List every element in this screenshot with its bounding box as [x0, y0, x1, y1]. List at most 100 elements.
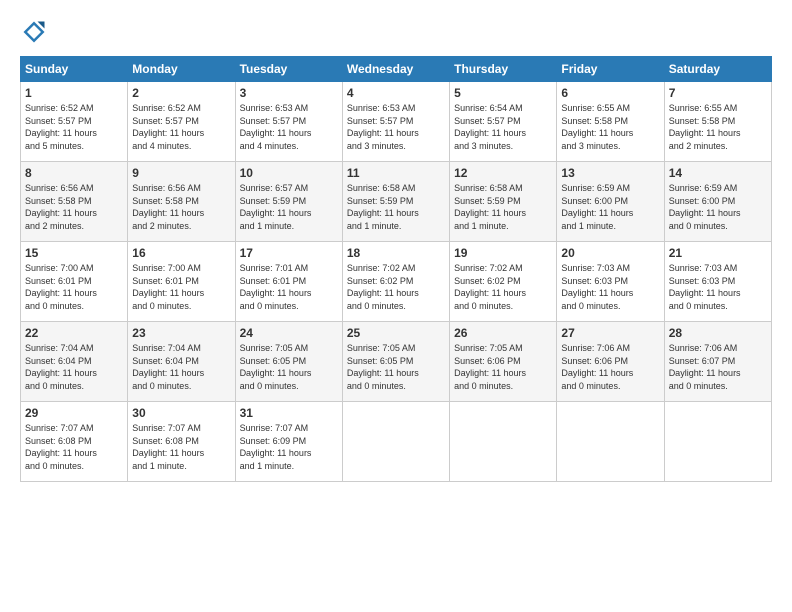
day-info: Sunrise: 6:53 AM Sunset: 5:57 PM Dayligh…	[240, 102, 338, 152]
day-info: Sunrise: 6:57 AM Sunset: 5:59 PM Dayligh…	[240, 182, 338, 232]
col-monday: Monday	[128, 57, 235, 82]
calendar-cell: 20 Sunrise: 7:03 AM Sunset: 6:03 PM Dayli…	[557, 242, 664, 322]
day-number: 24	[240, 326, 338, 340]
day-info: Sunrise: 7:04 AM Sunset: 6:04 PM Dayligh…	[132, 342, 230, 392]
col-sunday: Sunday	[21, 57, 128, 82]
day-info: Sunrise: 6:54 AM Sunset: 5:57 PM Dayligh…	[454, 102, 552, 152]
calendar-row: 1 Sunrise: 6:52 AM Sunset: 5:57 PM Daylig…	[21, 82, 772, 162]
calendar-cell: 4 Sunrise: 6:53 AM Sunset: 5:57 PM Daylig…	[342, 82, 449, 162]
day-number: 30	[132, 406, 230, 420]
calendar-cell: 10 Sunrise: 6:57 AM Sunset: 5:59 PM Dayli…	[235, 162, 342, 242]
day-number: 29	[25, 406, 123, 420]
day-number: 10	[240, 166, 338, 180]
calendar-cell: 26 Sunrise: 7:05 AM Sunset: 6:06 PM Dayli…	[450, 322, 557, 402]
day-number: 5	[454, 86, 552, 100]
calendar-cell: 5 Sunrise: 6:54 AM Sunset: 5:57 PM Daylig…	[450, 82, 557, 162]
day-number: 23	[132, 326, 230, 340]
calendar-cell: 13Sunrise: 6:59 AM Sunset: 6:00 PM Dayli…	[557, 162, 664, 242]
day-info: Sunrise: 7:03 AM Sunset: 6:03 PM Dayligh…	[669, 262, 767, 312]
day-info: Sunrise: 7:02 AM Sunset: 6:02 PM Dayligh…	[454, 262, 552, 312]
calendar-cell: 24 Sunrise: 7:05 AM Sunset: 6:05 PM Dayli…	[235, 322, 342, 402]
day-number: 14	[669, 166, 767, 180]
day-number: 6	[561, 86, 659, 100]
day-number: 12	[454, 166, 552, 180]
calendar-cell: 14Sunrise: 6:59 AM Sunset: 6:00 PM Dayli…	[664, 162, 771, 242]
day-info: Sunrise: 7:00 AM Sunset: 6:01 PM Dayligh…	[132, 262, 230, 312]
day-number: 18	[347, 246, 445, 260]
header-row: Sunday Monday Tuesday Wednesday Thursday…	[21, 57, 772, 82]
col-wednesday: Wednesday	[342, 57, 449, 82]
day-info: Sunrise: 6:56 AM Sunset: 5:58 PM Dayligh…	[25, 182, 123, 232]
calendar-cell: 8 Sunrise: 6:56 AM Sunset: 5:58 PM Daylig…	[21, 162, 128, 242]
calendar-cell	[664, 402, 771, 482]
calendar-cell: 1 Sunrise: 6:52 AM Sunset: 5:57 PM Daylig…	[21, 82, 128, 162]
day-number: 27	[561, 326, 659, 340]
calendar-cell: 19 Sunrise: 7:02 AM Sunset: 6:02 PM Dayli…	[450, 242, 557, 322]
calendar-cell: 11 Sunrise: 6:58 AM Sunset: 5:59 PM Dayli…	[342, 162, 449, 242]
day-info: Sunrise: 6:52 AM Sunset: 5:57 PM Dayligh…	[132, 102, 230, 152]
calendar-cell: 2 Sunrise: 6:52 AM Sunset: 5:57 PM Daylig…	[128, 82, 235, 162]
day-info: Sunrise: 7:06 AM Sunset: 6:06 PM Dayligh…	[561, 342, 659, 392]
day-info: Sunrise: 7:02 AM Sunset: 6:02 PM Dayligh…	[347, 262, 445, 312]
day-info: Sunrise: 6:58 AM Sunset: 5:59 PM Dayligh…	[454, 182, 552, 232]
calendar-cell: 6 Sunrise: 6:55 AM Sunset: 5:58 PM Daylig…	[557, 82, 664, 162]
calendar-cell: 31Sunrise: 7:07 AM Sunset: 6:09 PM Dayli…	[235, 402, 342, 482]
day-number: 7	[669, 86, 767, 100]
calendar-cell: 9Sunrise: 6:56 AM Sunset: 5:58 PM Daylig…	[128, 162, 235, 242]
page: Sunday Monday Tuesday Wednesday Thursday…	[0, 0, 792, 492]
calendar-cell: 12 Sunrise: 6:58 AM Sunset: 5:59 PM Dayli…	[450, 162, 557, 242]
day-info: Sunrise: 7:00 AM Sunset: 6:01 PM Dayligh…	[25, 262, 123, 312]
day-info: Sunrise: 7:06 AM Sunset: 6:07 PM Dayligh…	[669, 342, 767, 392]
calendar-row: 22 Sunrise: 7:04 AM Sunset: 6:04 PM Dayli…	[21, 322, 772, 402]
calendar-cell: 30Sunrise: 7:07 AM Sunset: 6:08 PM Dayli…	[128, 402, 235, 482]
day-number: 11	[347, 166, 445, 180]
calendar-cell	[557, 402, 664, 482]
col-tuesday: Tuesday	[235, 57, 342, 82]
day-number: 3	[240, 86, 338, 100]
day-info: Sunrise: 7:05 AM Sunset: 6:05 PM Dayligh…	[240, 342, 338, 392]
calendar-row: 15 Sunrise: 7:00 AM Sunset: 6:01 PM Dayli…	[21, 242, 772, 322]
logo	[20, 18, 52, 46]
day-info: Sunrise: 7:04 AM Sunset: 6:04 PM Dayligh…	[25, 342, 123, 392]
day-number: 13	[561, 166, 659, 180]
header	[20, 18, 772, 46]
day-number: 17	[240, 246, 338, 260]
calendar-row: 29 Sunrise: 7:07 AM Sunset: 6:08 PM Dayli…	[21, 402, 772, 482]
day-info: Sunrise: 6:53 AM Sunset: 5:57 PM Dayligh…	[347, 102, 445, 152]
day-info: Sunrise: 7:01 AM Sunset: 6:01 PM Dayligh…	[240, 262, 338, 312]
day-number: 1	[25, 86, 123, 100]
day-info: Sunrise: 6:58 AM Sunset: 5:59 PM Dayligh…	[347, 182, 445, 232]
calendar-cell: 17 Sunrise: 7:01 AM Sunset: 6:01 PM Dayli…	[235, 242, 342, 322]
day-number: 31	[240, 406, 338, 420]
day-info: Sunrise: 7:05 AM Sunset: 6:05 PM Dayligh…	[347, 342, 445, 392]
day-info: Sunrise: 7:03 AM Sunset: 6:03 PM Dayligh…	[561, 262, 659, 312]
day-number: 26	[454, 326, 552, 340]
col-friday: Friday	[557, 57, 664, 82]
day-number: 4	[347, 86, 445, 100]
day-number: 2	[132, 86, 230, 100]
calendar-cell	[450, 402, 557, 482]
calendar-cell: 29 Sunrise: 7:07 AM Sunset: 6:08 PM Dayli…	[21, 402, 128, 482]
day-number: 28	[669, 326, 767, 340]
calendar-cell: 22 Sunrise: 7:04 AM Sunset: 6:04 PM Dayli…	[21, 322, 128, 402]
day-info: Sunrise: 7:07 AM Sunset: 6:08 PM Dayligh…	[25, 422, 123, 472]
day-number: 22	[25, 326, 123, 340]
day-number: 15	[25, 246, 123, 260]
day-number: 9	[132, 166, 230, 180]
day-number: 19	[454, 246, 552, 260]
day-info: Sunrise: 7:05 AM Sunset: 6:06 PM Dayligh…	[454, 342, 552, 392]
day-number: 8	[25, 166, 123, 180]
day-info: Sunrise: 6:52 AM Sunset: 5:57 PM Dayligh…	[25, 102, 123, 152]
day-info: Sunrise: 6:55 AM Sunset: 5:58 PM Dayligh…	[561, 102, 659, 152]
day-number: 20	[561, 246, 659, 260]
day-info: Sunrise: 6:55 AM Sunset: 5:58 PM Dayligh…	[669, 102, 767, 152]
calendar-table: Sunday Monday Tuesday Wednesday Thursday…	[20, 56, 772, 482]
calendar-cell: 28 Sunrise: 7:06 AM Sunset: 6:07 PM Dayli…	[664, 322, 771, 402]
logo-icon	[20, 18, 48, 46]
calendar-row: 8 Sunrise: 6:56 AM Sunset: 5:58 PM Daylig…	[21, 162, 772, 242]
col-thursday: Thursday	[450, 57, 557, 82]
calendar-cell: 23 Sunrise: 7:04 AM Sunset: 6:04 PM Dayli…	[128, 322, 235, 402]
day-number: 25	[347, 326, 445, 340]
calendar-cell: 3 Sunrise: 6:53 AM Sunset: 5:57 PM Daylig…	[235, 82, 342, 162]
day-number: 16	[132, 246, 230, 260]
